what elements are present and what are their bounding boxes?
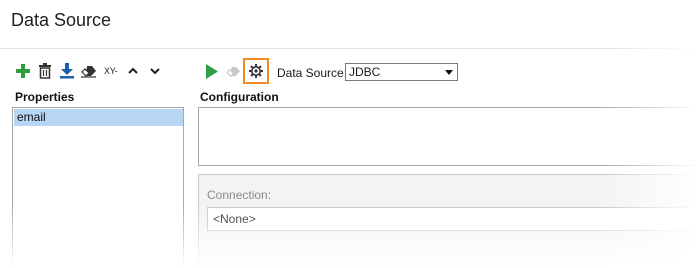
data-source-select[interactable]: JDBC xyxy=(345,63,458,81)
data-source-value: JDBC xyxy=(349,65,381,79)
properties-list[interactable]: email xyxy=(12,107,184,268)
configuration-area[interactable] xyxy=(198,107,699,166)
move-up-icon[interactable] xyxy=(128,67,138,75)
connection-label: Connection: xyxy=(207,188,272,202)
move-down-icon[interactable] xyxy=(150,67,160,75)
clear-icon xyxy=(226,66,241,78)
title-bar: Data Source xyxy=(0,0,699,49)
download-icon[interactable] xyxy=(60,63,74,79)
run-icon[interactable] xyxy=(205,64,218,79)
properties-label: Properties xyxy=(15,90,75,104)
connection-field[interactable]: <None> xyxy=(207,207,699,231)
connection-panel: Connection: <None> xyxy=(198,174,699,268)
data-source-label: Data Source: xyxy=(277,66,348,80)
list-item[interactable]: email xyxy=(14,109,183,126)
chevron-down-icon[interactable] xyxy=(445,70,453,75)
configuration-label: Configuration xyxy=(200,90,279,104)
settings-icon[interactable] xyxy=(249,64,263,78)
settings-button-highlight[interactable] xyxy=(243,58,269,84)
add-icon[interactable] xyxy=(15,63,31,79)
delete-icon[interactable] xyxy=(38,63,52,79)
page-title: Data Source xyxy=(11,10,112,30)
eraser-icon[interactable] xyxy=(81,65,97,78)
xy-rename-icon[interactable]: XY- xyxy=(104,66,118,76)
